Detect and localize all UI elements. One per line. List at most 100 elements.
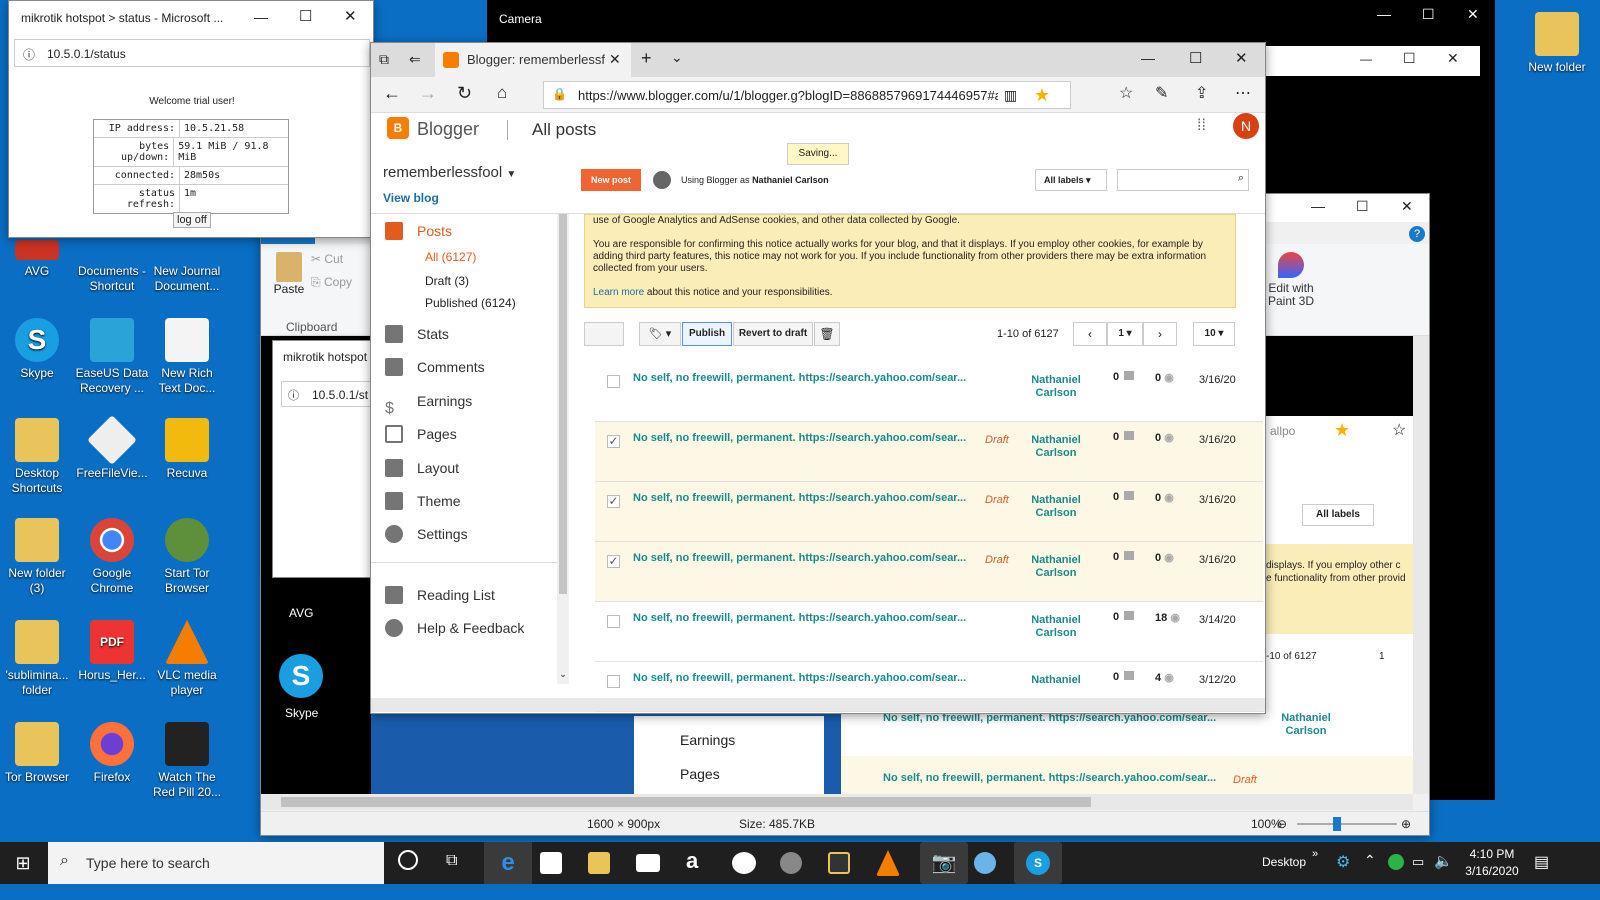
- sidebar-scrollbar[interactable]: [557, 214, 569, 684]
- desktop-icon-skype[interactable]: S Skype: [0, 318, 74, 381]
- maximize-button[interactable]: ☐: [299, 7, 312, 25]
- tab-list-chevron-icon[interactable]: ⌄: [671, 49, 683, 66]
- pen-icon[interactable]: ✎: [1155, 83, 1168, 103]
- defender-icon[interactable]: [1388, 854, 1404, 870]
- apps-grid-icon[interactable]: ⁞⁞: [1197, 117, 1206, 135]
- network-icon[interactable]: ⚙: [1336, 852, 1350, 872]
- tab-blogger[interactable]: Blogger: rememberlessf ✕: [435, 43, 631, 77]
- desktop-icon-redpill[interactable]: Watch The Red Pill 20...: [150, 722, 224, 800]
- horizontal-scrollbar[interactable]: [261, 794, 1413, 810]
- post-author[interactable]: Nathaniel Carlson: [1031, 434, 1081, 460]
- toolbar-expand-icon[interactable]: »: [1312, 848, 1318, 860]
- vertical-scrollbar[interactable]: [1413, 336, 1429, 794]
- desktop-icon-documents[interactable]: Documents - Shortcut: [75, 240, 149, 294]
- desktop-icon-chrome[interactable]: Google Chrome: [75, 518, 149, 596]
- cortana-icon[interactable]: [398, 850, 418, 870]
- desktop-icon-easeus[interactable]: EaseUS Data Recovery ...: [75, 318, 149, 396]
- paste-button[interactable]: Paste: [269, 252, 309, 296]
- view-blog-link[interactable]: View blog: [383, 191, 439, 205]
- sidebar-item-theme[interactable]: Theme: [385, 484, 461, 518]
- page-select[interactable]: 1 ▾: [1107, 322, 1143, 346]
- desktop-icon-firefox[interactable]: Firefox: [75, 722, 149, 785]
- minimize-button[interactable]: —: [254, 9, 268, 25]
- all-labels-dropdown[interactable]: All labels ▾: [1035, 169, 1107, 191]
- sidebar-item-published[interactable]: Published (6124): [425, 296, 516, 310]
- paint-taskbar-icon[interactable]: [974, 852, 996, 874]
- publish-button[interactable]: Publish: [682, 322, 732, 346]
- skype-taskbar-icon[interactable]: S: [1014, 842, 1062, 884]
- table-row[interactable]: ✓ No self, no freewill, permanent. https:…: [595, 482, 1263, 542]
- sidebar-item-earnings[interactable]: $ Earnings: [385, 384, 472, 418]
- row-checkbox[interactable]: ✓: [607, 435, 620, 448]
- minimize-button[interactable]: —: [1360, 52, 1372, 66]
- more-icon[interactable]: ⋯: [1235, 83, 1251, 103]
- obs-icon[interactable]: [780, 852, 802, 874]
- sidebar-item-settings[interactable]: Settings: [385, 517, 468, 551]
- home-icon[interactable]: ⌂: [497, 83, 507, 103]
- sidebar-item-comments[interactable]: Comments: [385, 350, 485, 384]
- close-button[interactable]: ✕: [1401, 198, 1413, 215]
- zoom-slider[interactable]: [1297, 823, 1397, 825]
- sidebar-item-draft[interactable]: Draft (3): [425, 274, 469, 288]
- desktop-icon-journal[interactable]: New Journal Document...: [150, 240, 224, 294]
- avatar[interactable]: N: [1233, 113, 1259, 139]
- label-dropdown[interactable]: 🏷 ▾: [639, 322, 681, 346]
- desktop-icon-tor[interactable]: Start Tor Browser: [150, 518, 224, 596]
- maximize-button[interactable]: ☐: [1189, 49, 1202, 67]
- post-author[interactable]: Nathaniel Carlson: [1031, 494, 1081, 520]
- new-post-button[interactable]: New post: [581, 169, 641, 191]
- delete-button[interactable]: 🗑: [814, 322, 840, 346]
- maximize-button[interactable]: ☐: [1356, 198, 1369, 215]
- next-page-button[interactable]: ›: [1143, 322, 1177, 346]
- app-icon[interactable]: [828, 852, 850, 874]
- desktop-icon-freefile[interactable]: FreeFileVie...: [75, 415, 149, 481]
- desktop-icon-richtext[interactable]: New Rich Text Doc...: [150, 318, 224, 396]
- clock[interactable]: 4:10 PM 3/16/2020: [1456, 846, 1528, 880]
- close-button[interactable]: ✕: [344, 7, 357, 25]
- minimize-button[interactable]: —: [1311, 198, 1325, 214]
- zoom-thumb[interactable]: [1333, 817, 1341, 831]
- tripadvisor-icon[interactable]: [732, 852, 756, 874]
- favorites-icon[interactable]: ☆: [1119, 83, 1133, 103]
- forward-icon[interactable]: →: [419, 83, 437, 104]
- tab-actions-icon[interactable]: ⧉: [379, 51, 389, 68]
- camera-taskbar-icon[interactable]: 📷: [920, 842, 968, 884]
- store-icon[interactable]: [540, 852, 562, 874]
- sidebar-item-all[interactable]: All (6127): [425, 250, 476, 264]
- desktop-icon-recuva[interactable]: Recuva: [150, 418, 224, 481]
- desktop-icon-subliminal[interactable]: 'sublimina... folder: [0, 620, 74, 698]
- desktop-icon-avg[interactable]: AVG: [0, 240, 74, 279]
- post-author[interactable]: Nathaniel: [1031, 674, 1081, 687]
- desktop-icon-torbrowser[interactable]: Tor Browser: [0, 722, 74, 785]
- refresh-icon[interactable]: ↻: [457, 83, 472, 104]
- post-author[interactable]: Nathaniel Carlson: [1031, 554, 1081, 580]
- all-labels-dropdown[interactable]: All labels: [1302, 504, 1374, 526]
- help-icon[interactable]: ?: [1409, 226, 1425, 242]
- vertical-scrollbar[interactable]: ⌄: [557, 669, 569, 683]
- sidebar-item-reading-list[interactable]: Reading List: [385, 578, 495, 612]
- sidebar-item-posts[interactable]: Posts: [385, 214, 452, 248]
- table-row[interactable]: ✓ No self, no freewill, permanent. https:…: [595, 422, 1263, 482]
- post-author[interactable]: Nathaniel Carlson: [1031, 614, 1081, 640]
- row-checkbox[interactable]: [607, 375, 620, 388]
- table-row[interactable]: No self, no freewill, permanent. https:/…: [595, 662, 1263, 712]
- table-row[interactable]: ✓ No self, no freewill, permanent. https:…: [595, 542, 1263, 602]
- address-bar[interactable]: ⓘ 10.5.0.1/status: [14, 39, 370, 67]
- close-button[interactable]: ✕: [1235, 49, 1248, 67]
- close-tab-icon[interactable]: ✕: [609, 51, 621, 68]
- sidebar-item-layout[interactable]: Layout: [385, 451, 459, 485]
- url-bar[interactable]: 🔒 https://www.blogger.com/u/1/blogger.g?…: [543, 81, 1071, 109]
- maximize-button[interactable]: ☐: [1403, 50, 1416, 67]
- minimize-button[interactable]: —: [1377, 6, 1391, 22]
- blogger-logo-icon[interactable]: B: [387, 117, 409, 139]
- post-title-link[interactable]: No self, no freewill, permanent. https:/…: [633, 612, 966, 624]
- post-author[interactable]: Nathaniel Carlson: [1031, 374, 1081, 400]
- desktop-icon-newfolder[interactable]: New folder: [1520, 12, 1594, 75]
- select-all-checkbox[interactable]: [584, 322, 624, 346]
- copy-button[interactable]: ⎘ Copy: [311, 275, 352, 290]
- revert-to-draft-button[interactable]: Revert to draft: [733, 322, 813, 346]
- row-checkbox[interactable]: ✓: [607, 495, 620, 508]
- edit-paint3d-button[interactable]: Edit with Paint 3D: [1261, 252, 1321, 308]
- learn-more-link[interactable]: Learn more: [593, 287, 644, 298]
- desktop-icon-newfolder3[interactable]: New folder (3): [0, 518, 74, 596]
